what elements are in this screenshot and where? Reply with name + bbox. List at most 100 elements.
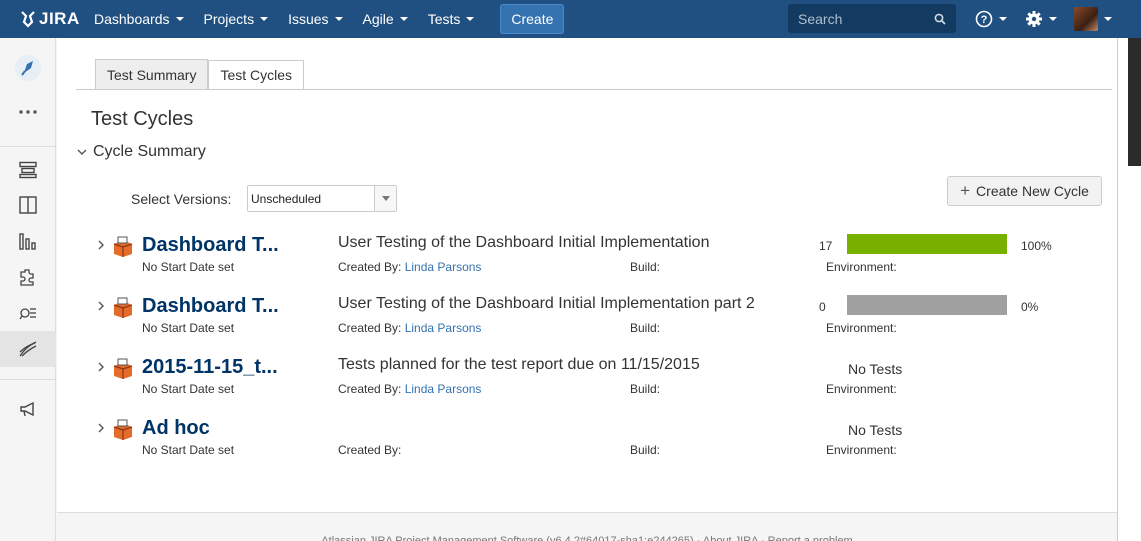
avatar <box>1074 7 1098 31</box>
nav-projects-label: Projects <box>203 11 255 27</box>
chevron-down-icon <box>399 17 408 21</box>
sidebar-divider <box>0 379 56 380</box>
created-by-link[interactable]: Linda Parsons <box>405 382 482 396</box>
search-icon <box>934 13 946 25</box>
sidebar-item-issues[interactable] <box>0 295 56 331</box>
created-by-label: Created By: <box>338 443 402 457</box>
svg-text:?: ? <box>981 14 988 26</box>
version-select[interactable]: Unscheduled <box>247 185 397 212</box>
chevron-down-icon <box>1104 17 1112 21</box>
more-icon <box>19 110 37 114</box>
tab-test-summary[interactable]: Test Summary <box>95 59 209 89</box>
chevron-right-icon[interactable] <box>97 240 105 250</box>
nav-projects[interactable]: Projects <box>194 0 279 38</box>
created-by-link[interactable]: Linda Parsons <box>405 260 482 274</box>
cycle-created-by: Created By: <box>338 443 401 457</box>
cycle-environment-label: Environment: <box>826 260 897 274</box>
test-cycle-icon <box>113 358 133 379</box>
help-menu[interactable]: ? <box>975 0 1007 38</box>
execution-percent: 100% <box>1021 239 1052 253</box>
cycle-description: User Testing of the Dashboard Initial Im… <box>338 234 710 251</box>
test-cycle-icon <box>113 297 133 318</box>
cycle-name[interactable]: Dashboard T... <box>142 295 279 318</box>
chevron-right-icon[interactable] <box>97 362 105 372</box>
cycle-test-count: 17 <box>819 239 833 253</box>
execution-progress-fill <box>847 295 1007 315</box>
create-button[interactable]: Create <box>500 4 565 34</box>
nav-tests[interactable]: Tests <box>418 0 485 38</box>
cycle-environment-label: Environment: <box>826 382 897 396</box>
search-input[interactable]: Search <box>788 4 956 33</box>
cycle-test-count: 0 <box>819 300 826 314</box>
issues-search-icon <box>19 308 36 320</box>
cycle-build-label: Build: <box>630 382 661 396</box>
execution-progress-bar[interactable] <box>847 234 1007 254</box>
execution-percent: 0% <box>1021 300 1039 314</box>
sidebar-item-reports[interactable] <box>0 223 56 259</box>
cycle-environment-label: Environment: <box>826 321 897 335</box>
more-button[interactable] <box>0 94 56 130</box>
chevron-down-icon <box>999 17 1007 21</box>
chevron-down-icon <box>260 17 269 21</box>
user-menu[interactable] <box>1074 0 1112 38</box>
cycle-build-label: Build: <box>630 443 661 457</box>
sidebar-item-tests[interactable] <box>0 331 56 367</box>
nav-agile-label: Agile <box>362 11 394 27</box>
cycle-start-date: No Start Date set <box>142 382 235 396</box>
help-icon: ? <box>975 10 993 28</box>
cycle-summary-toggle[interactable]: Cycle Summary <box>77 143 206 161</box>
project-avatar[interactable] <box>0 50 56 86</box>
sidebar-item-backlog[interactable] <box>0 152 56 188</box>
no-tests-label: No Tests <box>848 422 903 438</box>
main-content: Test Summary Test Cycles Test Cycles Cyc… <box>57 38 1117 512</box>
sidebar-item-announce[interactable] <box>0 391 56 427</box>
page-footer: Atlassian JIRA Project Management Softwa… <box>57 512 1117 541</box>
nav-agile[interactable]: Agile <box>353 0 418 38</box>
cycle-name[interactable]: 2015-11-15_t... <box>142 356 278 379</box>
create-new-cycle-label: Create New Cycle <box>976 183 1089 199</box>
tab-test-cycles[interactable]: Test Cycles <box>208 60 305 90</box>
dropdown-arrow-icon[interactable] <box>374 186 396 211</box>
sidebar-item-components[interactable] <box>0 259 56 295</box>
tab-bar: Test Summary Test Cycles <box>95 59 305 90</box>
project-rocket-icon <box>15 55 41 81</box>
cycle-row: Ad hoc No Start Date set Created By: Bui… <box>57 417 1117 467</box>
chevron-down-icon <box>175 17 184 21</box>
jira-logo[interactable]: JIRA <box>0 9 84 29</box>
nav-tests-label: Tests <box>427 11 461 27</box>
chevron-down-icon <box>334 17 343 21</box>
page-title: Test Cycles <box>91 108 194 130</box>
cycle-start-date: No Start Date set <box>142 260 235 274</box>
select-versions-label: Select Versions: <box>131 191 232 207</box>
version-select-value: Unscheduled <box>251 191 322 206</box>
chevron-right-icon[interactable] <box>97 423 105 433</box>
cycle-start-date: No Start Date set <box>142 321 235 335</box>
cycle-name[interactable]: Ad hoc <box>142 417 210 440</box>
search-placeholder: Search <box>798 10 843 27</box>
top-navigation: JIRA Dashboards Projects Issues Agile Te… <box>0 0 1141 38</box>
background-window-dark <box>1128 38 1141 166</box>
tests-icon <box>19 341 37 357</box>
cycle-created-by: Created By: Linda Parsons <box>338 321 481 335</box>
chevron-right-icon[interactable] <box>97 301 105 311</box>
created-by-label: Created By: <box>338 382 402 396</box>
cycle-environment-label: Environment: <box>826 443 897 457</box>
cycle-build-label: Build: <box>630 321 661 335</box>
cycle-description: Tests planned for the test report due on… <box>338 356 700 373</box>
created-by-link[interactable]: Linda Parsons <box>405 321 482 335</box>
execution-progress-bar[interactable] <box>847 295 1007 315</box>
no-tests-label: No Tests <box>848 361 903 377</box>
cycle-row: 2015-11-15_t... No Start Date set Tests … <box>57 356 1117 406</box>
tab-divider <box>76 89 1112 90</box>
chevron-down-icon <box>1049 17 1057 21</box>
nav-issues[interactable]: Issues <box>278 0 352 38</box>
nav-dashboards-label: Dashboards <box>94 11 170 27</box>
cycle-created-by: Created By: Linda Parsons <box>338 260 481 274</box>
nav-issues-label: Issues <box>288 11 329 27</box>
settings-menu[interactable] <box>1025 0 1057 38</box>
sidebar-item-board[interactable] <box>0 187 56 223</box>
cycle-row: Dashboard T... No Start Date set User Te… <box>57 295 1117 345</box>
nav-dashboards[interactable]: Dashboards <box>84 0 194 38</box>
cycle-name[interactable]: Dashboard T... <box>142 234 279 257</box>
create-new-cycle-button[interactable]: + Create New Cycle <box>947 176 1102 206</box>
